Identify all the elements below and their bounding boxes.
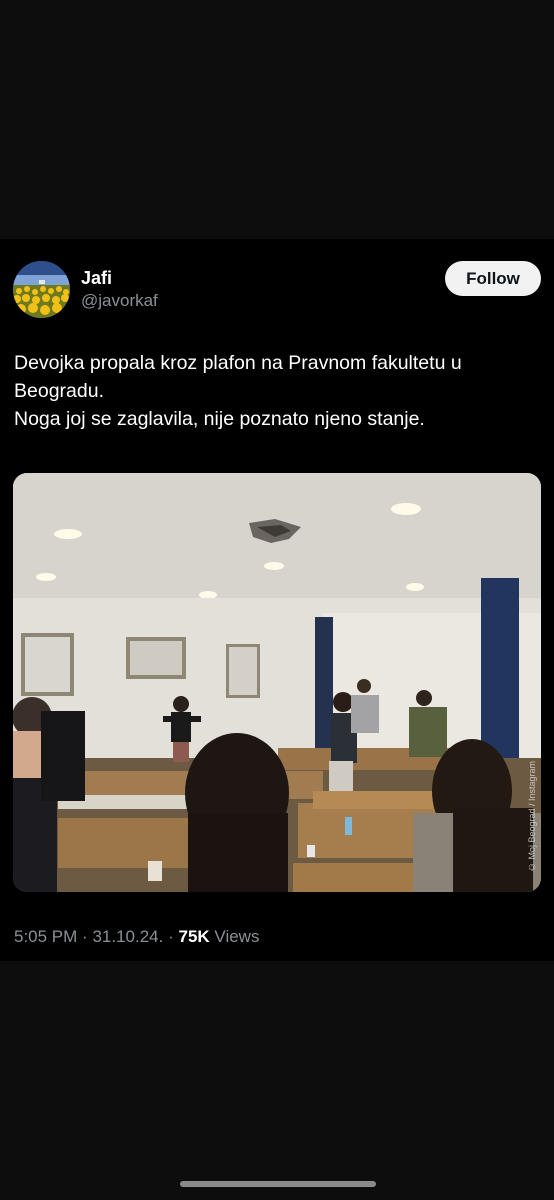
user-handle[interactable]: @javorkaf	[81, 290, 158, 312]
tweet-photo[interactable]: © Moj Beograd / Instagram	[13, 473, 541, 892]
tweet-text: Devojka propala kroz plafon na Pravnom f…	[14, 349, 540, 433]
meta-separator: ·	[82, 927, 88, 946]
tweet-header: Jafi @javorkaf Follow	[13, 261, 541, 319]
tweet-card: Jafi @javorkaf Follow Devojka propala kr…	[0, 239, 554, 961]
display-name[interactable]: Jafi	[81, 267, 158, 289]
home-indicator[interactable]	[180, 1181, 376, 1187]
tweet-time[interactable]: 5:05 PM	[14, 927, 77, 946]
tweet-date[interactable]: 31.10.24.	[92, 927, 163, 946]
tweet-metadata: 5:05 PM · 31.10.24. · 75K Views	[14, 926, 259, 948]
tweet-text-line: Devojka propala kroz plafon na Pravnom f…	[14, 352, 462, 402]
sunflower-field-avatar-icon	[13, 261, 70, 318]
tweet-text-line: Noga joj se zaglavila, nije poznato njen…	[14, 408, 425, 430]
views-label: Views	[214, 927, 260, 946]
screen: Jafi @javorkaf Follow Devojka propala kr…	[0, 0, 554, 1200]
author-names: Jafi @javorkaf	[81, 267, 158, 312]
classroom-photo	[13, 473, 541, 892]
avatar[interactable]	[13, 261, 70, 318]
views-count: 75K	[178, 927, 210, 946]
photo-watermark: © Moj Beograd / Instagram	[527, 760, 537, 872]
meta-separator: ·	[168, 927, 174, 946]
follow-button[interactable]: Follow	[445, 261, 541, 296]
